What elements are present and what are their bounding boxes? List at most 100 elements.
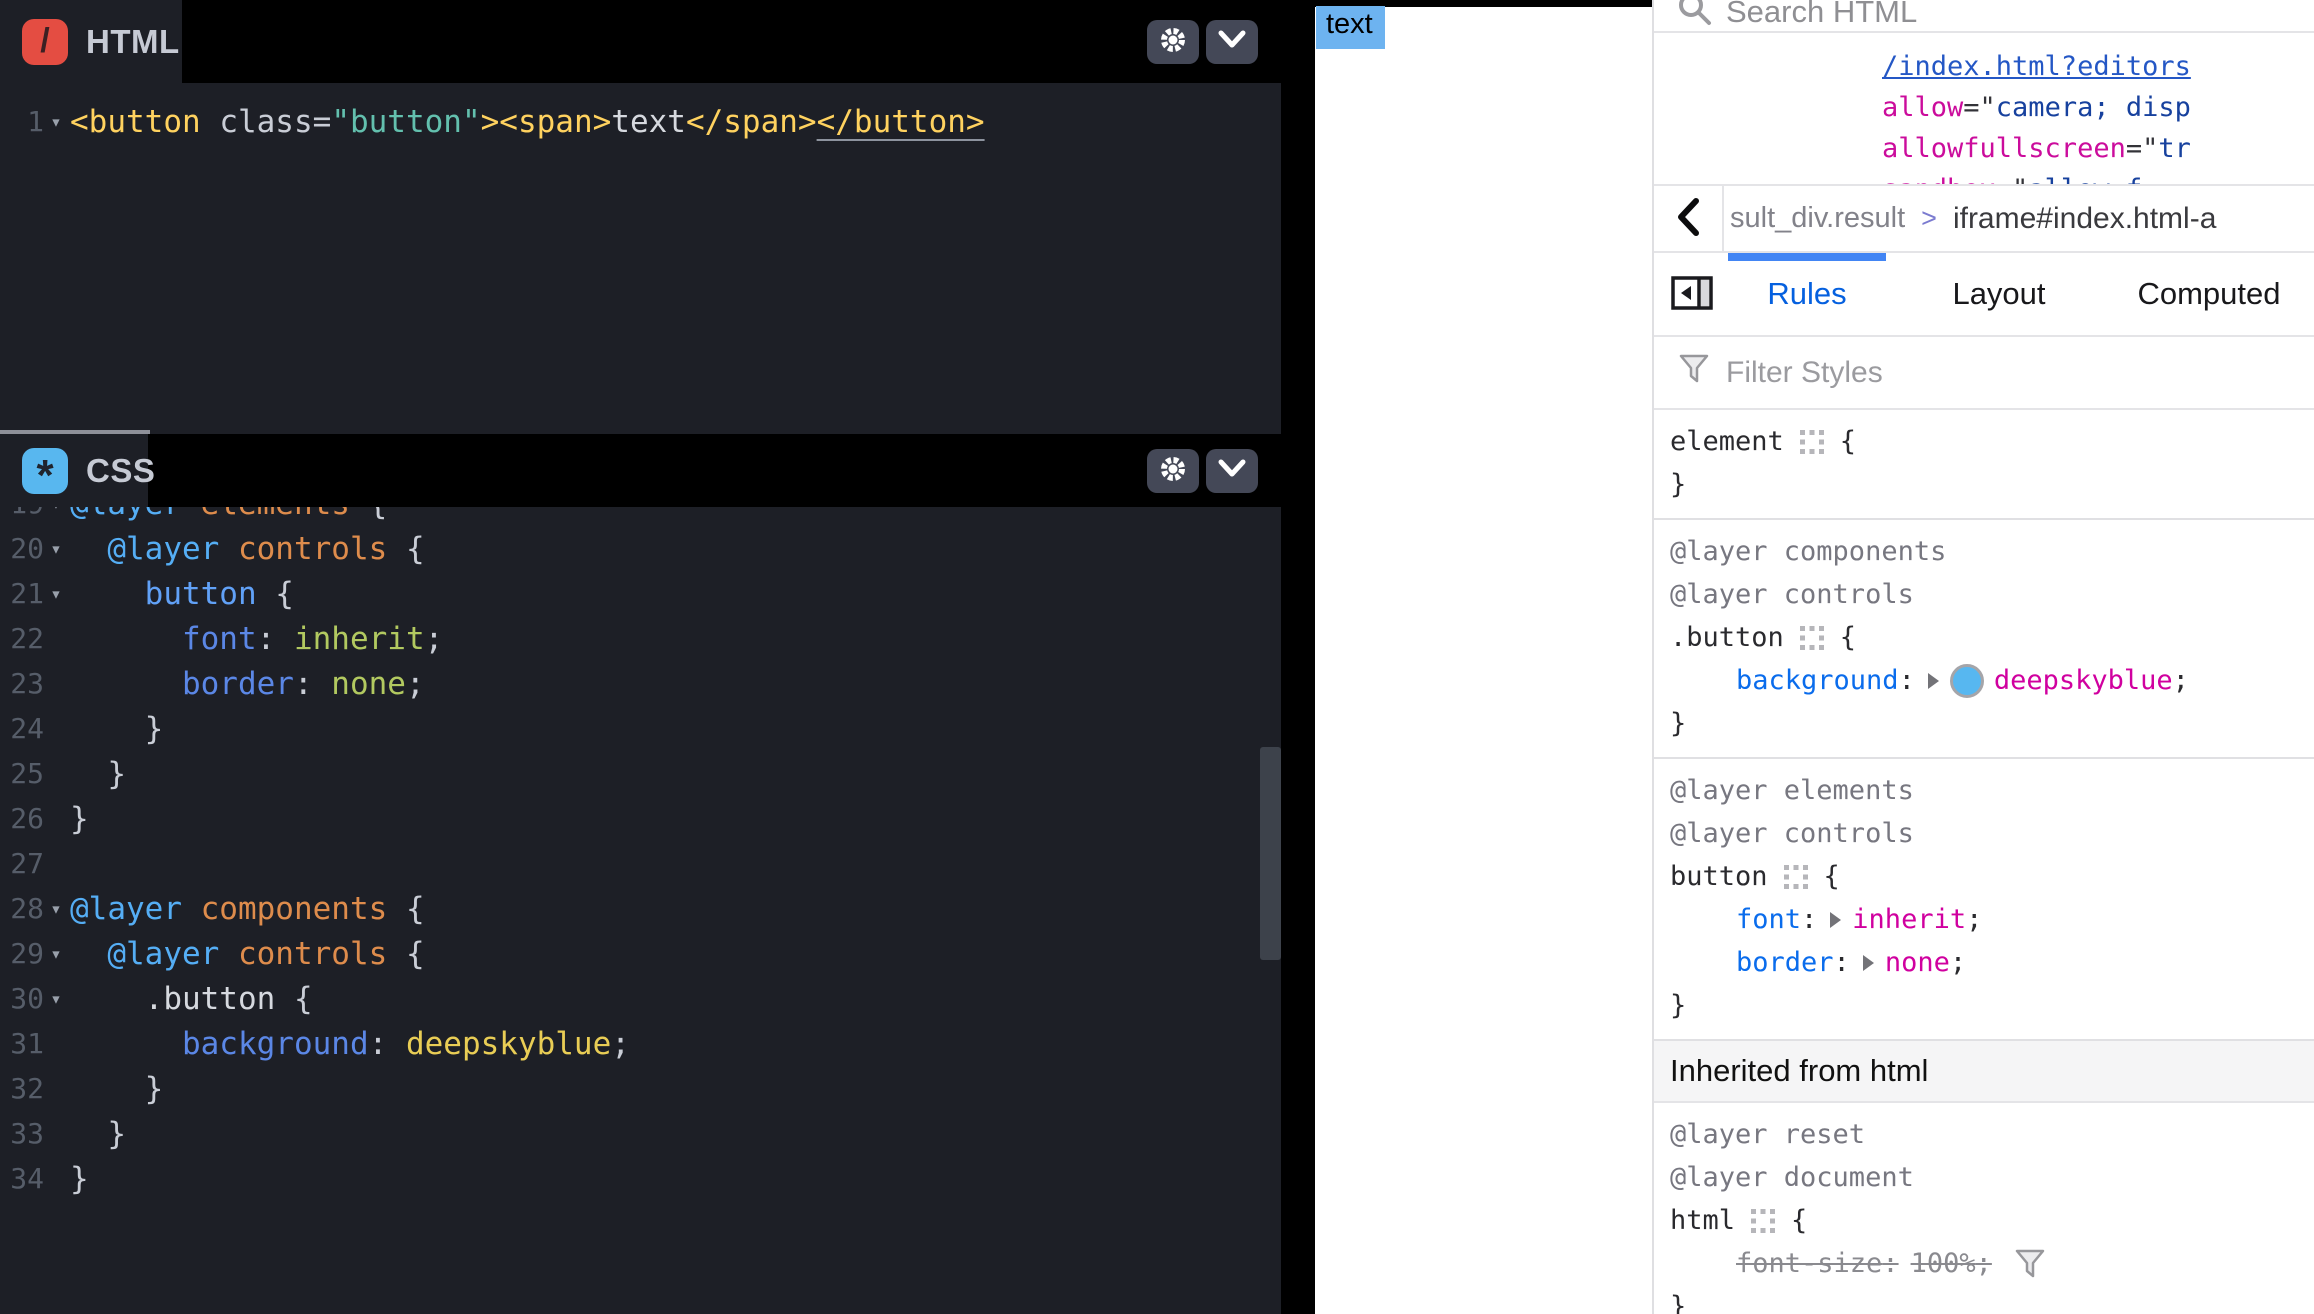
sidebar-tabs: Rules Layout Computed xyxy=(1654,253,2314,337)
breadcrumb-selected-node[interactable]: iframe#index.html-a xyxy=(1953,202,2314,236)
code-line: 30▾ .button { xyxy=(0,976,1281,1021)
property-value[interactable]: inherit xyxy=(1852,904,1966,935)
fold-arrow-icon[interactable]: ▾ xyxy=(44,507,68,515)
fold-arrow-icon[interactable]: ▾ xyxy=(44,898,68,920)
overridden-declaration: font-size:100%; xyxy=(1736,1248,1992,1279)
css-editor-scrollbar[interactable] xyxy=(1260,747,1281,960)
pane-toggle-button[interactable] xyxy=(1670,274,1714,315)
line-number: 1 xyxy=(27,105,44,138)
markup-line[interactable]: allow="camera; disp xyxy=(1654,87,2314,128)
property-name[interactable]: font-size xyxy=(1736,1248,1882,1279)
fold-arrow-icon[interactable]: ▾ xyxy=(44,943,68,965)
declaration-text: border:none; xyxy=(1736,947,1966,978)
css-panel-header: * CSS xyxy=(0,434,1281,507)
css-declaration[interactable]: border:none; xyxy=(1670,941,2314,984)
grid-dots-icon[interactable] xyxy=(1784,865,1808,889)
line-number: 22 xyxy=(10,622,44,655)
line-gutter: 22 xyxy=(0,622,68,655)
search-html-input[interactable]: Search HTML xyxy=(1654,0,2314,33)
css-collapse-button[interactable] xyxy=(1206,449,1258,493)
rule-selector[interactable]: .button xyxy=(1670,622,1784,653)
tab-rules[interactable]: Rules xyxy=(1728,253,1886,335)
breadcrumb-back-button[interactable] xyxy=(1654,186,1724,251)
markup-line[interactable]: sandbox="allow-f xyxy=(1654,169,2314,184)
fold-arrow-icon[interactable]: ▾ xyxy=(44,583,68,605)
line-number: 19 xyxy=(10,507,44,520)
markup-line[interactable]: allowfullscreen="tr xyxy=(1654,128,2314,169)
expand-arrow-icon[interactable] xyxy=(1829,911,1842,929)
grid-dots-icon[interactable] xyxy=(1800,430,1824,454)
rule-selector-line[interactable]: .button { xyxy=(1670,616,2314,659)
property-name[interactable]: background xyxy=(1736,665,1899,696)
inherited-from-header: Inherited from html xyxy=(1654,1041,2314,1103)
rule-selector-line[interactable]: element{ xyxy=(1670,420,2314,463)
code-line: 20▾ @layer controls { xyxy=(0,526,1281,571)
property-colon: : xyxy=(1801,904,1817,935)
rule-selector[interactable]: html xyxy=(1670,1205,1735,1236)
open-brace: { xyxy=(1840,622,1856,653)
expand-arrow-icon[interactable] xyxy=(1927,672,1940,690)
line-gutter: 19▾ xyxy=(0,507,68,520)
filter-styles-input[interactable]: Filter Styles xyxy=(1654,337,2314,410)
html-panel-actions xyxy=(1147,20,1258,64)
at-layer-label: @layer reset xyxy=(1670,1113,2314,1156)
line-number: 21 xyxy=(10,577,44,610)
color-swatch[interactable] xyxy=(1950,664,1984,698)
css-icon: * xyxy=(22,448,68,494)
line-number: 33 xyxy=(10,1117,44,1150)
html-settings-button[interactable] xyxy=(1147,20,1199,64)
devtools-inspector: Search HTML /index.html?editorsallow="ca… xyxy=(1652,0,2314,1314)
css-declaration[interactable]: font: inherit; xyxy=(1670,898,2314,941)
line-gutter: 24 xyxy=(0,712,68,745)
css-rule: @layer reset@layer documenthtml{ font-siz… xyxy=(1654,1103,2314,1314)
html-code-editor[interactable]: 1▾<button class="button"><span>text</spa… xyxy=(0,83,1281,433)
css-declaration[interactable]: font-size:100%; xyxy=(1670,1242,2314,1285)
tab-computed[interactable]: Computed xyxy=(2114,253,2304,335)
code-line-content: .button { xyxy=(70,981,313,1017)
expand-arrow-icon[interactable] xyxy=(1862,954,1875,972)
line-gutter: 23 xyxy=(0,667,68,700)
fold-arrow-icon[interactable]: ▾ xyxy=(44,538,68,560)
fold-arrow-icon[interactable]: ▾ xyxy=(44,111,68,133)
line-number: 32 xyxy=(10,1072,44,1105)
property-name[interactable]: font xyxy=(1736,904,1801,935)
previewed-button-element[interactable]: text xyxy=(1316,6,1385,49)
property-value[interactable]: 100% xyxy=(1911,1248,1976,1279)
at-layer-label: @layer components xyxy=(1670,530,2314,573)
rule-selector[interactable]: element xyxy=(1670,426,1784,457)
css-code-editor[interactable]: 19▾@layer elements {20▾ @layer controls … xyxy=(0,507,1281,1314)
line-gutter: 33 xyxy=(0,1117,68,1150)
rule-selector[interactable]: button xyxy=(1670,861,1768,892)
css-panel-tab[interactable]: * CSS xyxy=(0,434,148,507)
rule-selector-line[interactable]: html{ xyxy=(1670,1199,2314,1242)
property-colon: : xyxy=(1899,665,1915,696)
at-layer-label: @layer elements xyxy=(1670,769,2314,812)
rule-selector-line[interactable]: button{ xyxy=(1670,855,2314,898)
declaration-semicolon: ; xyxy=(1966,904,1982,935)
sidebar-toggle-icon xyxy=(1670,274,1714,315)
grid-dots-icon[interactable] xyxy=(1800,626,1824,650)
breadcrumb-parent-node[interactable]: sult_div.result xyxy=(1730,202,1905,235)
markup-view[interactable]: /index.html?editorsallow="camera; dispal… xyxy=(1654,33,2314,184)
code-line-content: @layer components { xyxy=(70,891,425,927)
tab-layout[interactable]: Layout xyxy=(1924,253,2074,335)
property-value[interactable]: none xyxy=(1885,947,1950,978)
panel-resize-handle[interactable] xyxy=(0,430,150,434)
at-layer-label: @layer document xyxy=(1670,1156,2314,1199)
search-inner: Search HTML xyxy=(1676,0,1917,33)
gear-icon xyxy=(1158,25,1188,58)
grid-dots-icon[interactable] xyxy=(1751,1209,1775,1233)
property-name[interactable]: border xyxy=(1736,947,1834,978)
css-settings-button[interactable] xyxy=(1147,449,1199,493)
fold-arrow-icon[interactable]: ▾ xyxy=(44,988,68,1010)
code-line-content: } xyxy=(70,1161,89,1197)
property-value[interactable]: deepskyblue xyxy=(1994,665,2173,696)
markup-line[interactable]: /index.html?editors xyxy=(1654,46,2314,87)
html-collapse-button[interactable] xyxy=(1206,20,1258,64)
declaration-semicolon: ; xyxy=(1976,1248,1992,1279)
search-icon xyxy=(1676,0,1712,33)
css-declaration[interactable]: background:deepskyblue; xyxy=(1670,659,2314,702)
html-panel-tab[interactable]: / HTML xyxy=(0,0,182,83)
overridden-filter-icon[interactable] xyxy=(2014,1249,2046,1279)
code-line: 23 border: none; xyxy=(0,661,1281,706)
